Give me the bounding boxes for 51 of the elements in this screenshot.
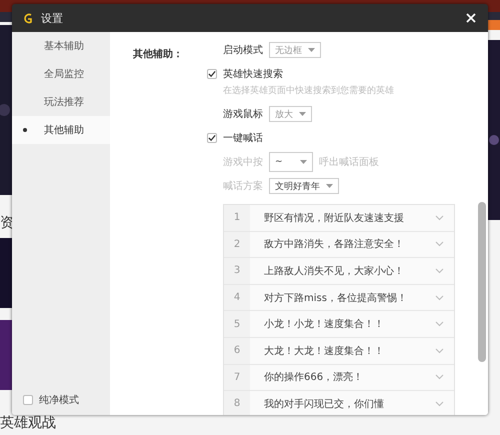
phrase-item[interactable]: 大龙！大龙！速度集合！！ bbox=[250, 338, 454, 364]
caret-icon bbox=[326, 184, 333, 188]
row-number: 3 bbox=[224, 258, 250, 284]
chevron-down-icon bbox=[435, 321, 444, 328]
field-label: 游戏鼠标 bbox=[223, 108, 263, 121]
checkbox-label: 英雄快速搜索 bbox=[223, 68, 283, 81]
sidebar-item[interactable]: 玩法推荐 bbox=[12, 88, 110, 116]
section-title: 其他辅助： bbox=[133, 48, 184, 62]
chevron-down-icon bbox=[435, 374, 444, 380]
field-label: 喊话方案 bbox=[223, 180, 263, 193]
row-number: 2 bbox=[224, 232, 250, 258]
phrase-item[interactable]: 小龙！小龙！速度集合！！ bbox=[250, 311, 454, 337]
hint-text: 在选择英雄页面中快速搜索到您需要的英雄 bbox=[223, 84, 394, 96]
chevron-down-icon bbox=[435, 214, 444, 221]
logo-icon bbox=[22, 12, 33, 24]
chevron-down-icon bbox=[435, 241, 444, 248]
background-text: 英雄观战 bbox=[0, 414, 56, 432]
background-text: 资 bbox=[0, 214, 14, 232]
close-icon[interactable] bbox=[464, 11, 478, 25]
checkbox[interactable] bbox=[207, 69, 217, 79]
scrollbar-thumb[interactable] bbox=[478, 202, 486, 362]
field-label: 游戏中按 bbox=[223, 156, 263, 169]
checkbox[interactable] bbox=[207, 133, 217, 143]
row-number: 4 bbox=[224, 284, 250, 310]
sidebar-item[interactable]: 基本辅助 bbox=[12, 32, 110, 60]
phrase-item[interactable]: 你的操作666，漂亮！ bbox=[250, 364, 454, 390]
field-label: 呼出喊话面板 bbox=[319, 156, 379, 169]
row-number: 7 bbox=[224, 364, 250, 390]
caret-icon bbox=[299, 112, 306, 116]
sidebar-item[interactable]: 全局监控 bbox=[12, 60, 110, 88]
phrase-item[interactable]: 敌方中路消失，各路注意安全！ bbox=[250, 232, 454, 258]
chevron-down-icon bbox=[435, 294, 444, 301]
chevron-down-icon bbox=[435, 348, 444, 354]
row-number: 8 bbox=[224, 391, 250, 415]
field-label: 启动模式 bbox=[223, 44, 263, 57]
phrase-item[interactable]: 上路敌人消失不见，大家小心！ bbox=[250, 258, 454, 284]
chevron-down-icon bbox=[435, 400, 444, 407]
chevron-down-icon bbox=[435, 268, 444, 274]
phrase-item[interactable]: 野区有情况，附近队友速速支援 bbox=[250, 205, 454, 231]
caret-icon bbox=[300, 160, 307, 164]
checkbox-label: 一键喊话 bbox=[223, 132, 263, 145]
row-number: 5 bbox=[224, 311, 250, 337]
row-number: 6 bbox=[224, 338, 250, 364]
window-title: 设置 bbox=[41, 10, 64, 26]
row-number: 1 bbox=[224, 205, 250, 231]
phrase-item[interactable]: 我的对手闪现已交，你们懂 bbox=[250, 391, 454, 415]
caret-icon bbox=[308, 48, 315, 52]
checkbox-label: 纯净模式 bbox=[39, 394, 79, 407]
checkbox[interactable] bbox=[23, 395, 33, 405]
phrase-item[interactable]: 对方下路miss，各位提高警惕！ bbox=[250, 284, 454, 310]
sidebar-item[interactable]: 其他辅助 bbox=[12, 116, 110, 144]
